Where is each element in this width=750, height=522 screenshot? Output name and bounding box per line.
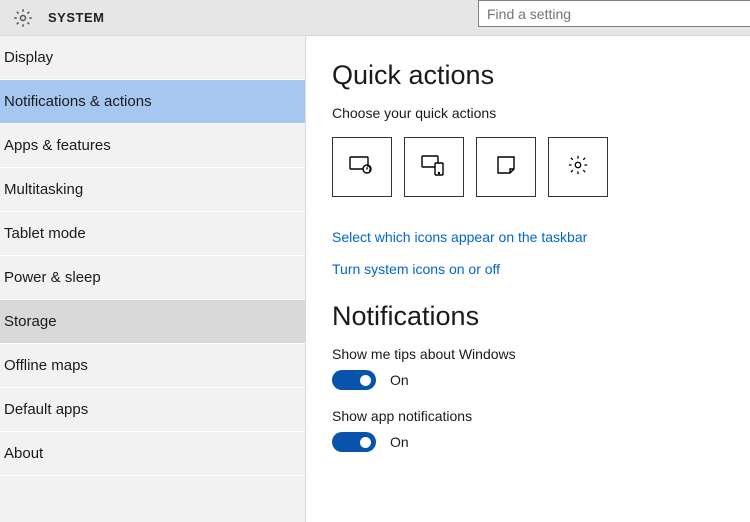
sidebar-item-tablet-mode[interactable]: Tablet mode [0,212,305,256]
sidebar-item-label: Apps & features [4,137,111,154]
quick-actions-sub: Choose your quick actions [332,105,750,121]
sidebar-item-label: Display [4,49,53,66]
main-panel: Quick actions Choose your quick actions [306,36,750,522]
note-icon [495,154,517,181]
quick-actions-heading: Quick actions [332,60,750,91]
sidebar-item-label: Power & sleep [4,269,101,286]
sidebar-item-label: Offline maps [4,357,88,374]
quick-tile-connect[interactable] [404,137,464,197]
window-title: SYSTEM [48,10,104,25]
sidebar-item-default-apps[interactable]: Default apps [0,388,305,432]
quick-tile-settings[interactable] [548,137,608,197]
app-notifications-label: Show app notifications [332,408,750,424]
sidebar-item-display[interactable]: Display [0,36,305,80]
quick-action-tiles [332,137,750,197]
sidebar-item-label: Multitasking [4,181,83,198]
connect-icon [421,154,447,181]
tips-label: Show me tips about Windows [332,346,750,362]
notifications-heading: Notifications [332,301,750,332]
app-notifications-toggle[interactable] [332,432,376,452]
sidebar: Display Notifications & actions Apps & f… [0,36,306,522]
sidebar-item-label: Storage [4,313,57,330]
settings-gear-icon [567,154,589,181]
search-input[interactable] [487,6,742,22]
app-notifications-toggle-state: On [390,434,409,450]
sidebar-item-storage[interactable]: Storage [0,300,305,344]
search-box[interactable] [478,0,750,27]
tablet-tap-icon [349,154,375,181]
sidebar-item-label: Notifications & actions [4,93,152,110]
tips-toggle-state: On [390,372,409,388]
sidebar-item-multitasking[interactable]: Multitasking [0,168,305,212]
link-taskbar-icons[interactable]: Select which icons appear on the taskbar [332,229,750,245]
sidebar-item-notifications-actions[interactable]: Notifications & actions [0,80,305,124]
quick-tile-tablet[interactable] [332,137,392,197]
sidebar-item-apps-features[interactable]: Apps & features [0,124,305,168]
sidebar-item-power-sleep[interactable]: Power & sleep [0,256,305,300]
sidebar-item-offline-maps[interactable]: Offline maps [0,344,305,388]
quick-tile-note[interactable] [476,137,536,197]
gear-icon [12,7,34,29]
sidebar-item-label: About [4,445,43,462]
tips-toggle[interactable] [332,370,376,390]
link-system-icons[interactable]: Turn system icons on or off [332,261,750,277]
sidebar-item-label: Default apps [4,401,88,418]
sidebar-item-label: Tablet mode [4,225,86,242]
sidebar-item-about[interactable]: About [0,432,305,476]
